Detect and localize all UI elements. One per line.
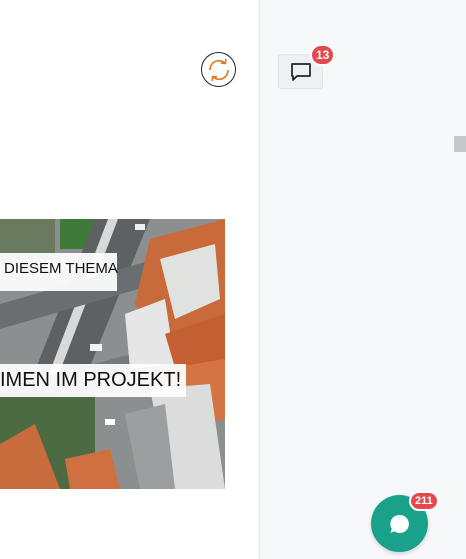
comments-count-badge: 13 xyxy=(310,44,336,66)
sync-arrows-icon xyxy=(208,58,229,81)
scrollbar-thumb[interactable] xyxy=(454,136,466,152)
sync-icon[interactable] xyxy=(201,52,236,87)
comment-icon xyxy=(290,62,311,81)
image-caption-top: DIESEM THEMA xyxy=(0,253,118,291)
post-image: DIESEM THEMA IMEN IM PROJEKT! xyxy=(0,219,225,489)
chat-bubble-icon xyxy=(389,514,409,533)
image-caption-bottom: IMEN IM PROJEKT! xyxy=(0,364,186,397)
chat-unread-badge: 211 xyxy=(409,491,439,511)
